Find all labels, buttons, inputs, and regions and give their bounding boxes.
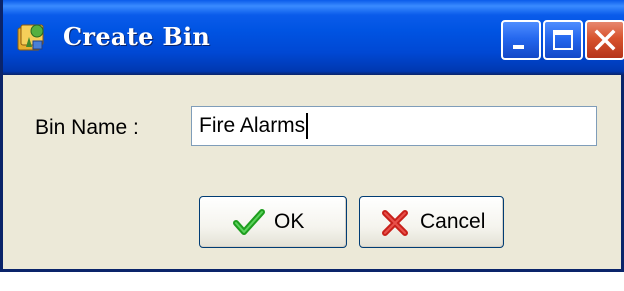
checkmark-icon xyxy=(233,208,265,242)
maximize-icon xyxy=(553,30,573,50)
x-mark-icon xyxy=(380,208,410,244)
cancel-label: Cancel xyxy=(420,210,486,233)
ok-button[interactable]: OK xyxy=(199,196,347,248)
title-bar[interactable]: Create Bin xyxy=(3,0,624,75)
minimize-icon xyxy=(513,45,524,49)
bin-name-value: Fire Alarms xyxy=(199,114,306,137)
app-icon xyxy=(15,19,49,53)
close-button[interactable] xyxy=(585,20,624,60)
minimize-button[interactable] xyxy=(501,20,541,60)
ok-label: OK xyxy=(274,210,305,233)
close-icon xyxy=(594,29,616,51)
window-title: Create Bin xyxy=(63,22,211,51)
text-caret xyxy=(306,113,309,140)
bin-name-input[interactable]: Fire Alarms xyxy=(191,106,597,146)
maximize-button[interactable] xyxy=(543,20,583,60)
bin-name-label: Bin Name : xyxy=(35,116,139,139)
cancel-button[interactable]: Cancel xyxy=(359,196,504,248)
create-bin-dialog: Create Bin Bin Name : Fire Alarms OK Can… xyxy=(0,0,624,272)
